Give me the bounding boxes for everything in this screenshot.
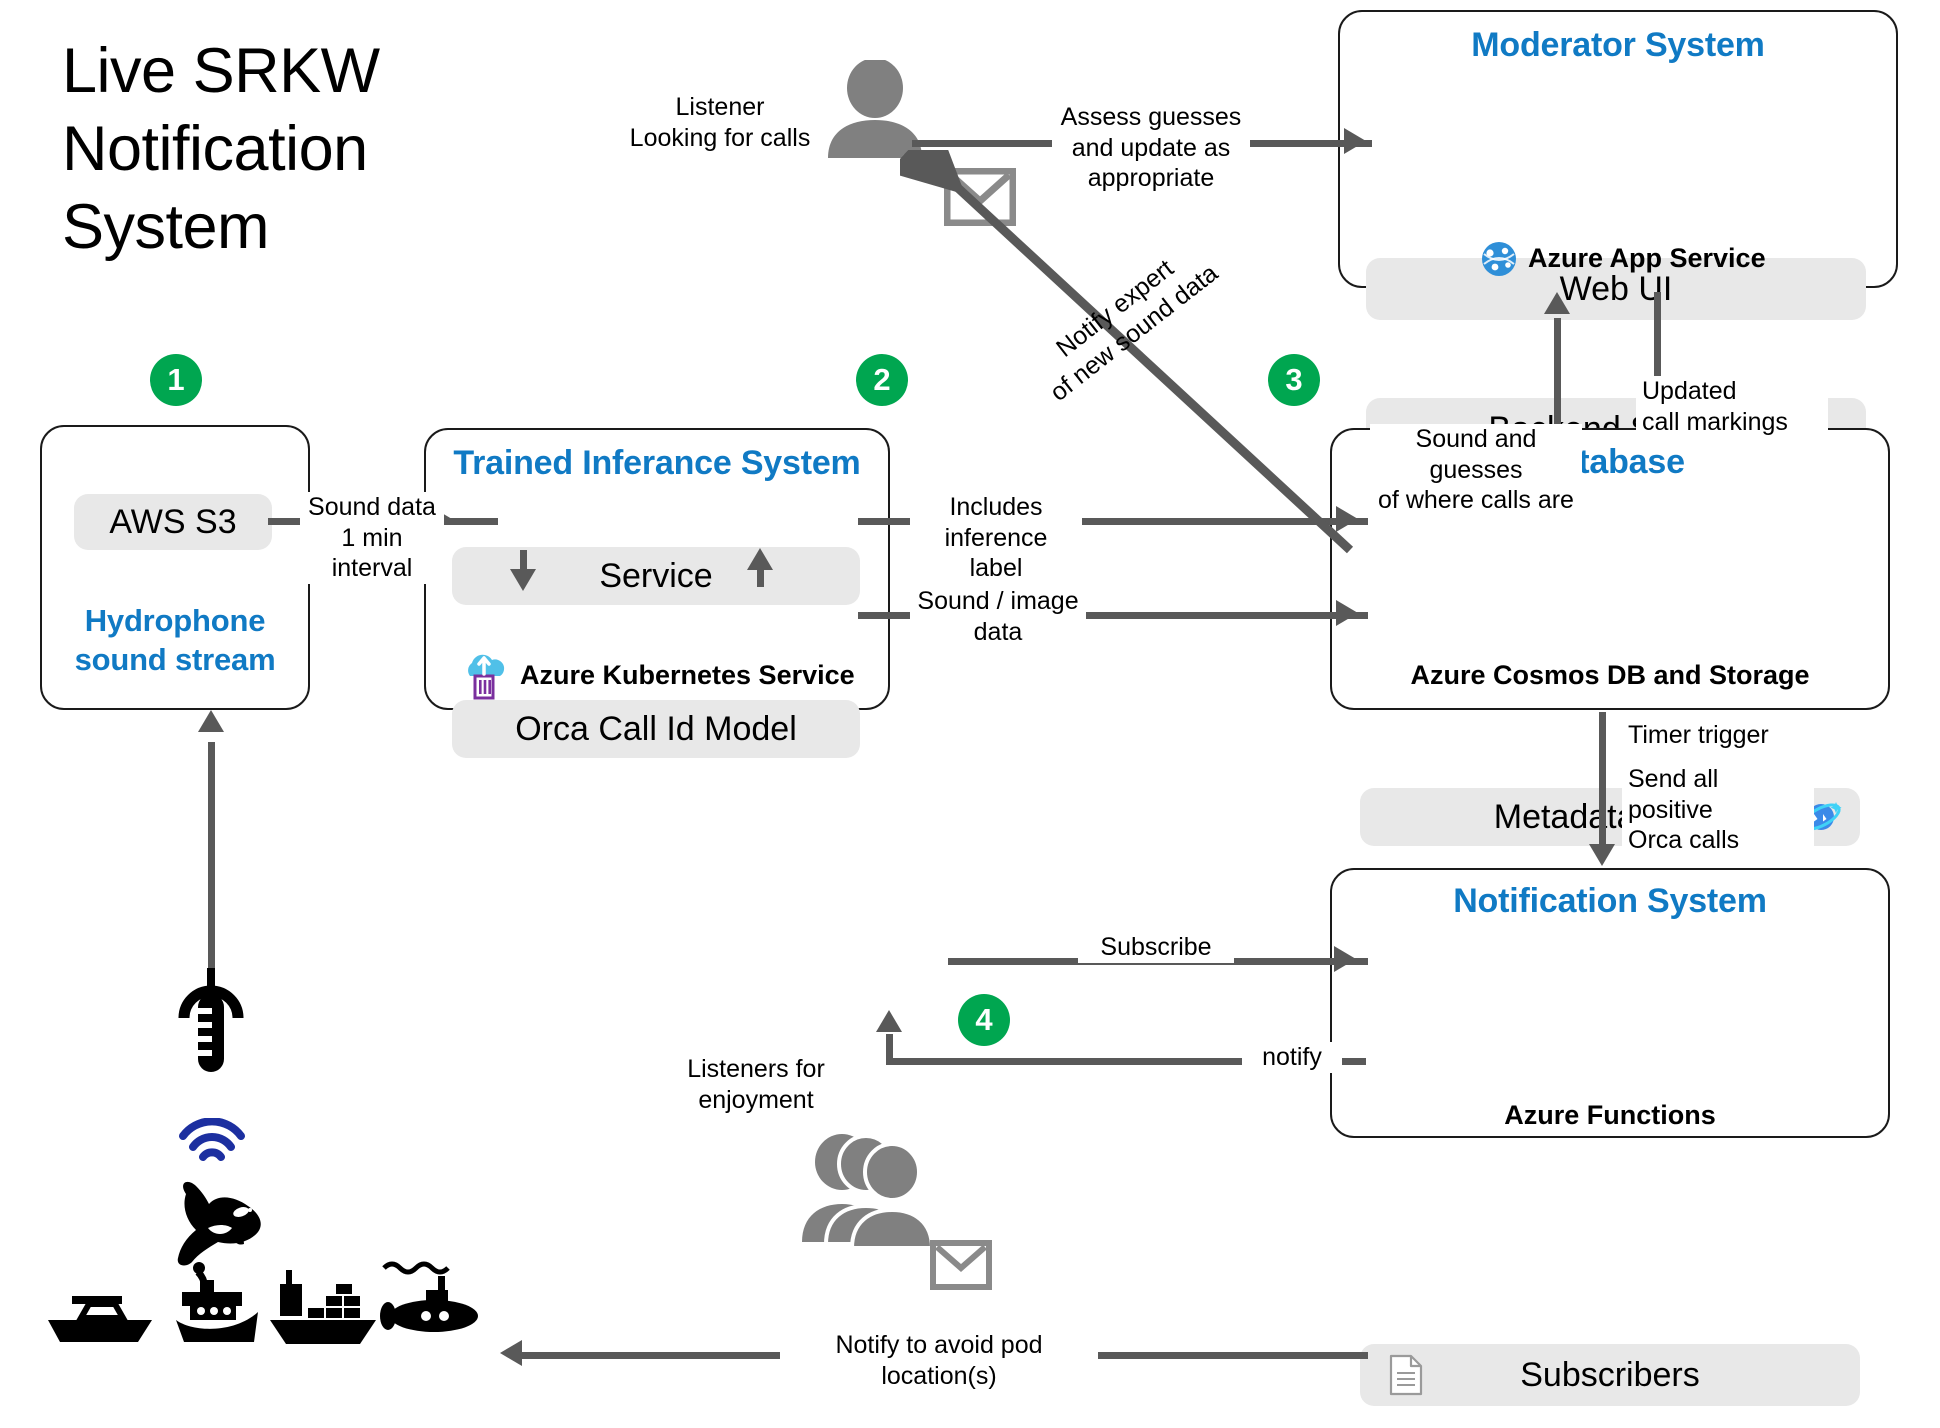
step-badge-4: 4 <box>958 994 1010 1046</box>
step-badge-1: 1 <box>150 354 202 406</box>
inference-internal-down-arrow <box>510 569 536 591</box>
database-platform-label: Azure Cosmos DB and Storage <box>1410 660 1810 690</box>
edge-db-to-notification-label: Timer trigger <box>1622 720 1854 751</box>
notification-title: Notification System <box>1453 882 1767 920</box>
people-group-icon <box>800 1130 932 1248</box>
listener-expert-label: Listener Looking for calls <box>620 92 820 153</box>
pill-subscribers[interactable]: Subscribers <box>1360 1344 1860 1406</box>
edge-model-to-datastore-label: Sound / image data <box>910 586 1086 647</box>
pill-aws-s3-label: AWS S3 <box>109 502 237 541</box>
edge-notify-elbow <box>886 1034 893 1060</box>
edge-db-to-notification-line <box>1599 712 1606 848</box>
hydrophone-caption: Hydrophone sound stream <box>74 603 276 677</box>
edge-subscribe-label: Subscribe <box>1078 932 1234 963</box>
pill-orca-call-id-model[interactable]: Orca Call Id Model <box>452 700 860 758</box>
inference-internal-up-line <box>757 567 764 587</box>
speedboat-icon <box>44 1278 156 1344</box>
edge-db-to-notification-arrow <box>1589 844 1615 866</box>
azure-kubernetes-service-icon <box>458 650 510 702</box>
edge-model-to-datastore-arrow <box>1336 600 1358 626</box>
pill-subscribers-label: Subscribers <box>1520 1355 1700 1394</box>
inference-internal-up-arrow <box>747 548 773 570</box>
edge-notify-vessels-arrow <box>500 1340 522 1366</box>
edge-subscribe-arrow <box>1334 946 1356 972</box>
orca-whale-icon <box>156 1172 266 1270</box>
notification-platform-label: Azure Functions <box>1504 1100 1716 1130</box>
edge-s3-to-service-label: Sound data 1 min interval <box>300 492 444 584</box>
inference-title: Trained Inferance System <box>453 444 861 482</box>
pill-aws-s3[interactable]: AWS S3 <box>74 494 272 550</box>
envelope-icon-bottom <box>930 1240 992 1290</box>
inference-platform-label: Azure Kubernetes Service <box>520 660 855 690</box>
edge-db-to-moderator-arrow <box>1544 292 1570 314</box>
pill-orca-call-id-model-label: Orca Call Id Model <box>515 709 797 748</box>
diagram-canvas: Live SRKW Notification System 1 2 3 4 AW… <box>0 0 1940 1428</box>
moderator-title: Moderator System <box>1471 26 1765 64</box>
listeners-enjoyment-label: Listeners for enjoyment <box>636 1054 876 1115</box>
edge-notify-label: notify <box>1242 1042 1342 1073</box>
hydrophone-stream-arrow <box>198 710 224 732</box>
moderator-platform-label: Azure App Service <box>1528 243 1766 273</box>
azure-app-service-icon <box>1480 240 1518 278</box>
document-icon <box>1388 1354 1424 1396</box>
edge-moderator-to-db-label: Updated call markings <box>1636 376 1828 437</box>
container-ship-icon <box>268 1268 378 1346</box>
edge-db-to-notification-label-2: Send all positive Orca calls <box>1622 764 1814 856</box>
tugboat-icon <box>172 1262 264 1344</box>
edge-notify-vessels-label: Notify to avoid pod location(s) <box>780 1330 1098 1391</box>
submarine-icon <box>380 1256 484 1344</box>
edge-db-to-moderator-label: Sound and guesses of where calls are <box>1370 424 1582 516</box>
edge-db-to-moderator-line <box>1554 318 1561 430</box>
wifi-signal-icon <box>176 1118 248 1162</box>
page-title: Live SRKW Notification System <box>62 36 380 263</box>
pill-inference-service-label: Service <box>599 556 713 595</box>
edge-notify-arrow <box>876 1010 902 1032</box>
hydrophone-stream-line <box>208 742 215 972</box>
hydrophone-microphone-icon <box>174 968 248 1076</box>
